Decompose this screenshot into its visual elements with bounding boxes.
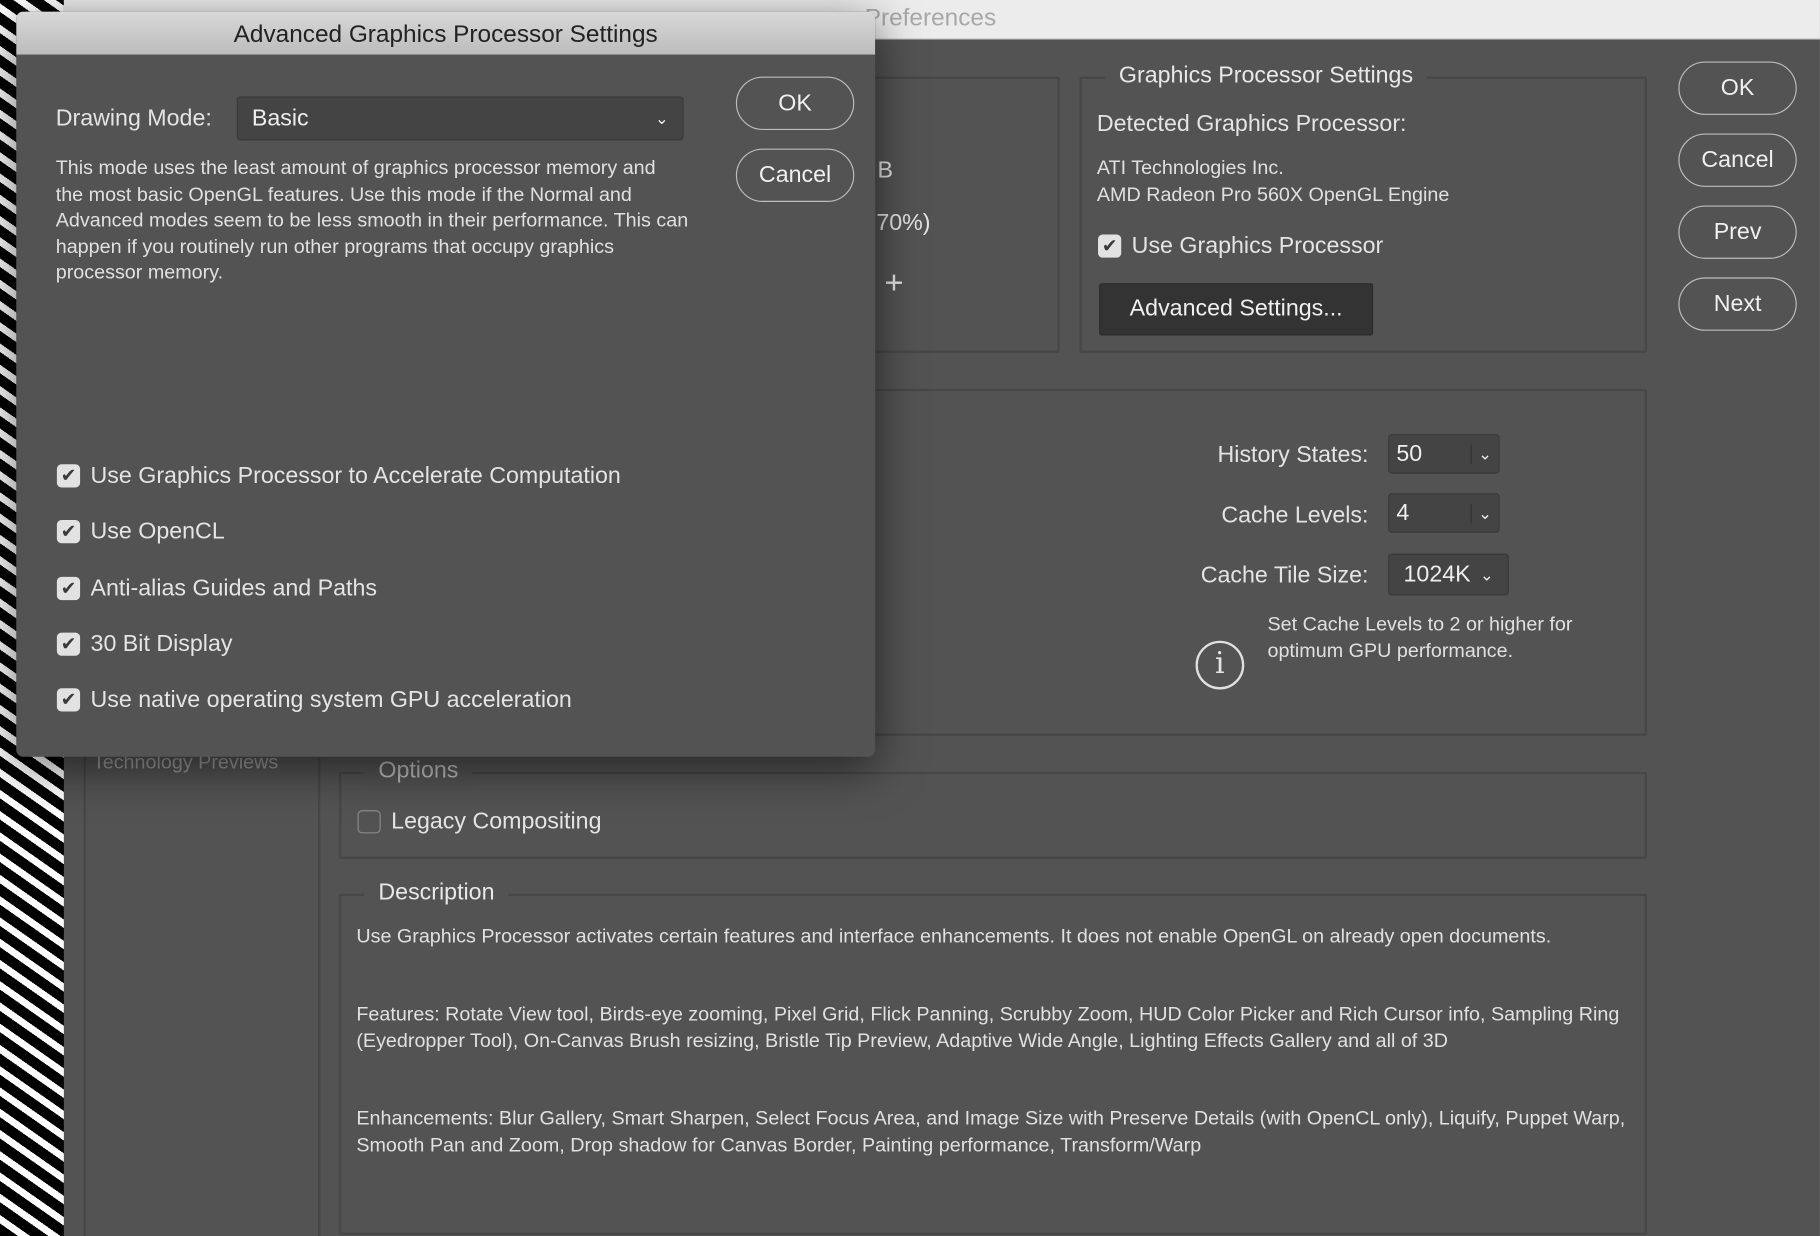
drawing-mode-select[interactable]: Basic ⌄ [236,96,684,141]
dialog-ok-button[interactable]: OK [735,76,855,130]
drawing-mode-value: Basic [251,105,309,131]
dialog-checkbox-label: Use Graphics Processor to Accelerate Com… [90,463,621,489]
cache-levels-label: Cache Levels: [1221,502,1369,529]
drawing-mode-label: Drawing Mode: [55,105,212,132]
description-legend: Description [364,879,509,907]
history-states-label: History States: [1217,442,1369,468]
chevron-down-icon: ⌄ [1479,564,1494,584]
options-legend: Options [364,757,473,785]
advanced-gpu-settings-dialog: Advanced Graphics Processor Settings Dra… [16,11,876,757]
dialog-checkbox-label: Anti-alias Guides and Paths [90,575,378,601]
cancel-button[interactable]: Cancel [1678,133,1797,187]
cache-levels-value[interactable]: 4 [1389,500,1470,527]
description-group: Description Use Graphics Processor activ… [338,879,1648,1235]
features-paragraph: Features: Rotate View tool, Birds-eye zo… [356,1002,1620,1052]
cache-tile-size-select[interactable]: 1024K ⌄ [1388,553,1509,596]
prev-button[interactable]: Prev [1678,205,1797,259]
options-group: Options Legacy Compositing [338,757,1648,859]
legacy-compositing-label: Legacy Compositing [391,809,602,835]
memory-increase-button[interactable]: + [884,265,903,302]
window-title: Preferences [864,4,997,32]
dialog-checkbox[interactable]: ✔ [56,632,81,656]
dialog-title: Advanced Graphics Processor Settings [16,11,876,55]
dialog-checkbox[interactable]: ✔ [56,464,81,488]
advanced-settings-button[interactable]: Advanced Settings... [1099,283,1374,336]
cache-tile-size-value: 1024K [1403,561,1471,587]
memory-percent: 70%) [876,210,931,236]
info-icon: i [1195,640,1245,690]
history-states-combo[interactable]: 50 ⌄ [1388,434,1500,474]
drawing-mode-description: This mode uses the least amount of graph… [55,156,689,284]
gpu-renderer: AMD Radeon Pro 560X OpenGL Engine [1096,183,1450,206]
dialog-checkbox[interactable]: ✔ [56,688,81,712]
cache-levels-combo[interactable]: 4 ⌄ [1388,493,1500,533]
gpu-legend: Graphics Processor Settings [1104,62,1428,90]
dialog-checkbox[interactable]: ✔ [56,520,81,544]
dialog-checkbox[interactable]: ✔ [56,576,81,600]
dialog-cancel-button[interactable]: Cancel [735,148,855,202]
gpu-vendor: ATI Technologies Inc. [1096,156,1284,179]
legacy-compositing-checkbox[interactable] [357,810,381,834]
dialog-checkbox-label: Use OpenCL [90,519,225,545]
history-states-value[interactable]: 50 [1389,440,1470,467]
ok-button[interactable]: OK [1678,61,1797,115]
description-paragraph: Use Graphics Processor activates certain… [356,925,1552,948]
chevron-down-icon: ⌄ [654,108,669,128]
use-gpu-checkbox[interactable]: ✔ [1098,234,1122,258]
gpu-settings-group: Graphics Processor Settings Detected Gra… [1079,62,1648,353]
chevron-down-icon[interactable]: ⌄ [1470,503,1499,523]
next-button[interactable]: Next [1678,277,1797,331]
use-gpu-label: Use Graphics Processor [1131,233,1384,259]
cache-tile-size-label: Cache Tile Size: [1200,562,1369,589]
memory-unit: B [877,157,893,184]
enhancements-paragraph: Enhancements: Blur Gallery, Smart Sharpe… [356,1107,1626,1156]
dialog-checkbox-label: 30 Bit Display [90,631,233,657]
chevron-down-icon[interactable]: ⌄ [1470,443,1499,464]
cache-info-text: Set Cache Levels to 2 or higher for opti… [1267,612,1573,662]
detected-gpu-label: Detected Graphics Processor: [1096,111,1407,137]
dialog-checkbox-label: Use native operating system GPU accelera… [90,687,572,713]
